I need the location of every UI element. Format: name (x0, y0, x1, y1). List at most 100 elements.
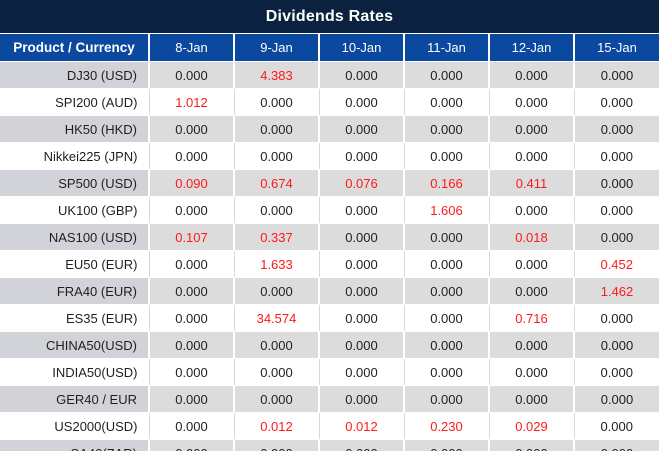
rate-cell: 0.000 (319, 251, 404, 278)
rate-cell: 0.000 (574, 332, 659, 359)
rate-cell: 0.000 (149, 62, 234, 89)
table-row: EU50 (EUR)0.0001.6330.0000.0000.0000.452 (0, 251, 659, 278)
rate-cell: 0.000 (574, 143, 659, 170)
rate-cell: 0.000 (404, 251, 489, 278)
rate-cell: 0.000 (149, 116, 234, 143)
rate-cell: 0.000 (574, 386, 659, 413)
rate-cell: 0.107 (149, 224, 234, 251)
dividends-rates-panel: Dividends Rates Product / Currency 8-Jan… (0, 0, 659, 451)
rate-cell: 0.000 (574, 224, 659, 251)
rate-cell: 0.000 (149, 143, 234, 170)
product-currency-column-header: Product / Currency (0, 34, 149, 62)
rate-cell: 0.000 (319, 386, 404, 413)
rate-cell: 0.018 (489, 224, 574, 251)
rate-cell: 0.000 (489, 62, 574, 89)
rate-cell: 0.000 (149, 440, 234, 451)
rate-cell: 0.000 (404, 143, 489, 170)
rate-cell: 0.000 (149, 251, 234, 278)
rate-cell: 0.000 (574, 62, 659, 89)
rate-cell: 0.230 (404, 413, 489, 440)
product-cell: FRA40 (EUR) (0, 278, 149, 305)
rate-cell: 34.574 (234, 305, 319, 332)
rate-cell: 0.000 (489, 332, 574, 359)
product-cell: HK50 (HKD) (0, 116, 149, 143)
rate-cell: 0.000 (404, 359, 489, 386)
rate-cell: 0.000 (404, 224, 489, 251)
column-header-10-jan: 10-Jan (319, 34, 404, 62)
rate-cell: 0.000 (234, 440, 319, 451)
rate-cell: 0.000 (234, 143, 319, 170)
table-row: HK50 (HKD)0.0000.0000.0000.0000.0000.000 (0, 116, 659, 143)
product-cell: SP500 (USD) (0, 170, 149, 197)
rate-cell: 0.000 (574, 197, 659, 224)
rate-cell: 0.000 (489, 143, 574, 170)
panel-title-bar: Dividends Rates (0, 0, 659, 33)
rate-cell: 0.000 (319, 359, 404, 386)
table-body: DJ30 (USD)0.0004.3830.0000.0000.0000.000… (0, 62, 659, 451)
column-header-8-jan: 8-Jan (149, 34, 234, 62)
rate-cell: 0.000 (404, 89, 489, 116)
rate-cell: 1.462 (574, 278, 659, 305)
column-header-11-jan: 11-Jan (404, 34, 489, 62)
rate-cell: 0.012 (319, 413, 404, 440)
rate-cell: 0.000 (489, 386, 574, 413)
rate-cell: 1.633 (234, 251, 319, 278)
rate-cell: 0.000 (234, 278, 319, 305)
rate-cell: 0.000 (149, 413, 234, 440)
rate-cell: 4.383 (234, 62, 319, 89)
rate-cell: 0.090 (149, 170, 234, 197)
rate-cell: 0.000 (574, 305, 659, 332)
panel-title: Dividends Rates (266, 8, 393, 26)
rate-cell: 0.029 (489, 413, 574, 440)
rate-cell: 0.000 (404, 116, 489, 143)
table-row: SP500 (USD)0.0900.6740.0760.1660.4110.00… (0, 170, 659, 197)
table-row: DJ30 (USD)0.0004.3830.0000.0000.0000.000 (0, 62, 659, 89)
rate-cell: 0.000 (489, 116, 574, 143)
rate-cell: 0.000 (234, 359, 319, 386)
rate-cell: 0.000 (149, 278, 234, 305)
rate-cell: 0.716 (489, 305, 574, 332)
rate-cell: 0.000 (149, 359, 234, 386)
rate-cell: 0.012 (234, 413, 319, 440)
column-header-9-jan: 9-Jan (234, 34, 319, 62)
table-row: NAS100 (USD)0.1070.3370.0000.0000.0180.0… (0, 224, 659, 251)
rate-cell: 0.000 (234, 197, 319, 224)
rate-cell: 0.337 (234, 224, 319, 251)
table-row: CHINA50(USD)0.0000.0000.0000.0000.0000.0… (0, 332, 659, 359)
rate-cell: 0.000 (319, 278, 404, 305)
rate-cell: 0.000 (319, 332, 404, 359)
table-row: Nikkei225 (JPN)0.0000.0000.0000.0000.000… (0, 143, 659, 170)
column-header-12-jan: 12-Jan (489, 34, 574, 62)
product-cell: NAS100 (USD) (0, 224, 149, 251)
rate-cell: 0.166 (404, 170, 489, 197)
rate-cell: 0.000 (404, 278, 489, 305)
product-cell: ES35 (EUR) (0, 305, 149, 332)
rate-cell: 0.000 (574, 89, 659, 116)
rate-cell: 0.000 (404, 440, 489, 451)
column-header-15-jan: 15-Jan (574, 34, 659, 62)
rate-cell: 0.000 (574, 413, 659, 440)
rate-cell: 0.000 (319, 440, 404, 451)
dividends-rates-table: Product / Currency 8-Jan9-Jan10-Jan11-Ja… (0, 33, 659, 451)
product-cell: Nikkei225 (JPN) (0, 143, 149, 170)
product-cell: UK100 (GBP) (0, 197, 149, 224)
rate-cell: 0.000 (489, 251, 574, 278)
table-row: FRA40 (EUR)0.0000.0000.0000.0000.0001.46… (0, 278, 659, 305)
product-cell: EU50 (EUR) (0, 251, 149, 278)
table-row: SPI200 (AUD)1.0120.0000.0000.0000.0000.0… (0, 89, 659, 116)
product-cell: CHINA50(USD) (0, 332, 149, 359)
rate-cell: 0.000 (319, 143, 404, 170)
rate-cell: 0.452 (574, 251, 659, 278)
product-cell: INDIA50(USD) (0, 359, 149, 386)
table-row: UK100 (GBP)0.0000.0000.0001.6060.0000.00… (0, 197, 659, 224)
table-row: GER40 / EUR0.0000.0000.0000.0000.0000.00… (0, 386, 659, 413)
rate-cell: 0.411 (489, 170, 574, 197)
rate-cell: 0.000 (574, 359, 659, 386)
rate-cell: 0.000 (574, 170, 659, 197)
rate-cell: 0.000 (234, 89, 319, 116)
rate-cell: 0.000 (404, 332, 489, 359)
rate-cell: 0.000 (234, 386, 319, 413)
rate-cell: 0.000 (149, 386, 234, 413)
rate-cell: 0.076 (319, 170, 404, 197)
rate-cell: 0.000 (574, 116, 659, 143)
